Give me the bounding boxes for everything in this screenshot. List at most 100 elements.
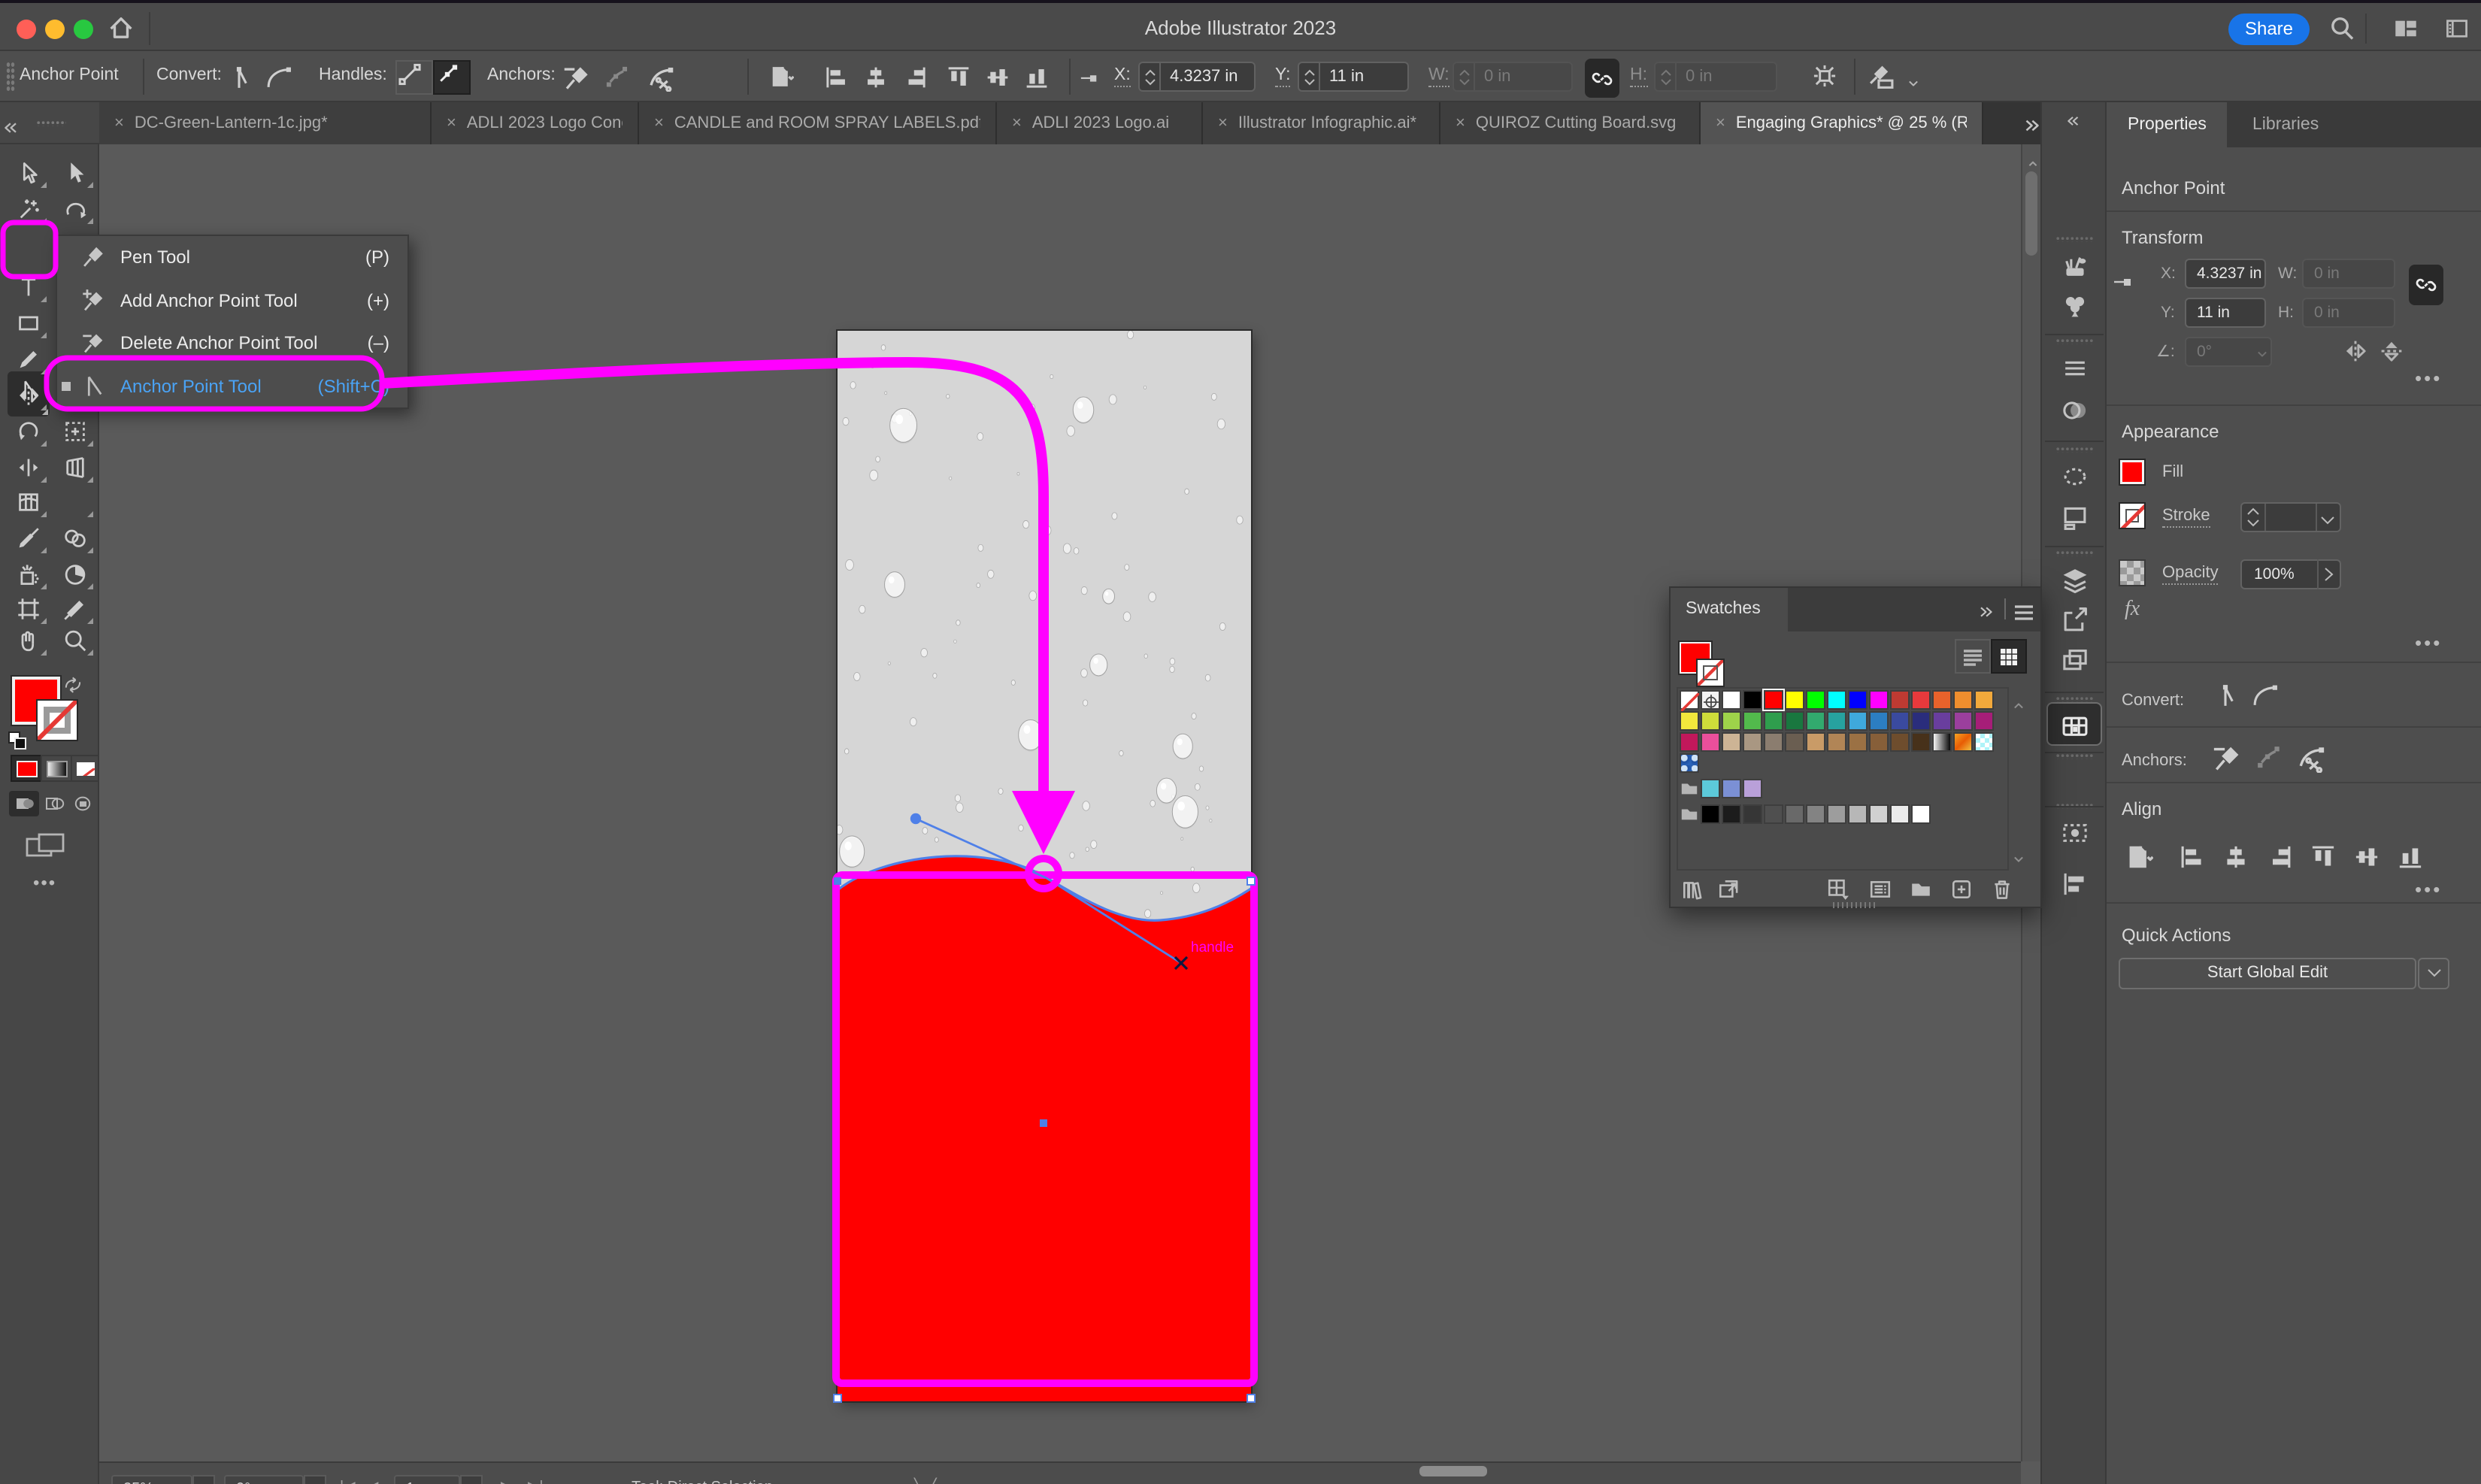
graph-tool[interactable] xyxy=(56,558,95,591)
color-mode-button[interactable] xyxy=(11,755,42,782)
align-hcenter-button[interactable] xyxy=(863,65,889,98)
artboards-panel-icon[interactable] xyxy=(2042,504,2107,531)
scale-tool[interactable] xyxy=(9,379,48,412)
swatch[interactable] xyxy=(1806,711,1825,731)
swatch[interactable] xyxy=(1680,711,1699,731)
rotation-field[interactable]: 0° xyxy=(224,1475,304,1484)
swatch[interactable] xyxy=(1827,690,1846,710)
stroke-proxy-none[interactable] xyxy=(1696,659,1725,687)
swatch[interactable] xyxy=(1701,804,1720,824)
vscroll-thumb[interactable] xyxy=(2025,171,2037,256)
appearance-stroke-swatch[interactable] xyxy=(2119,502,2146,529)
swatch[interactable] xyxy=(1701,711,1720,731)
document-tab[interactable]: × ADLI 2023 Logo Concepts.ai xyxy=(432,102,639,144)
swatch[interactable] xyxy=(1806,732,1825,752)
paintbrush-tool[interactable] xyxy=(9,343,48,376)
panel-menu-icon[interactable] xyxy=(2013,601,2034,628)
dock-group-handle[interactable] xyxy=(2055,753,2093,759)
swatch[interactable] xyxy=(1890,711,1910,731)
fx-button[interactable]: fx xyxy=(2125,598,2140,622)
swatch[interactable] xyxy=(1722,690,1741,710)
start-global-edit-button[interactable]: Start Global Edit xyxy=(2119,958,2416,989)
toolbar-more-icon[interactable]: ••• xyxy=(33,872,56,893)
opacity-label[interactable]: Opacity xyxy=(2162,564,2219,585)
swatch-registration[interactable] xyxy=(1701,690,1720,710)
dock-group-handle[interactable] xyxy=(2055,338,2093,344)
rotation-dropdown[interactable] xyxy=(304,1475,326,1484)
pp-align-hcenter-button[interactable] xyxy=(2222,843,2249,875)
menu-item-pen-tool[interactable]: Pen Tool (P) xyxy=(57,236,407,279)
default-fill-stroke-icon[interactable] xyxy=(8,731,27,758)
list-view-button[interactable] xyxy=(1955,639,1991,674)
swatch[interactable] xyxy=(1827,804,1846,824)
fill-label[interactable]: Fill xyxy=(2162,463,2183,481)
dock-group-handle[interactable] xyxy=(2055,696,2093,702)
dock-group-handle[interactable] xyxy=(2055,236,2093,242)
pp-align-left-button[interactable] xyxy=(2179,843,2206,875)
swatch[interactable] xyxy=(1911,690,1931,710)
add-to-library-icon[interactable] xyxy=(1717,878,1740,908)
swatch-libraries-icon[interactable] xyxy=(1681,878,1704,908)
swatch-scroll-up-icon[interactable] xyxy=(2012,693,2025,720)
pp-cut-path-button[interactable] xyxy=(2296,743,2326,777)
swatch[interactable] xyxy=(1827,732,1846,752)
y-input[interactable]: 11 in xyxy=(1319,62,1409,92)
panel-layout-icon[interactable] xyxy=(2445,17,2469,48)
align-right-button[interactable] xyxy=(902,65,928,98)
reference-point-locator[interactable] xyxy=(2113,271,2134,296)
first-artboard-icon[interactable]: |◀ xyxy=(340,1479,356,1484)
swatch[interactable] xyxy=(1974,711,1994,731)
x-stepper[interactable] xyxy=(1138,62,1159,92)
align-more-icon[interactable]: ••• xyxy=(2415,878,2442,901)
pp-y-input[interactable]: 11 in xyxy=(2185,298,2266,328)
chevron-down-icon[interactable] xyxy=(1907,71,1920,98)
swatch[interactable] xyxy=(1869,732,1889,752)
swatch-gradient-bw[interactable] xyxy=(1932,732,1952,752)
dock-group-handle[interactable] xyxy=(2055,550,2093,556)
prev-artboard-icon[interactable]: ◀ xyxy=(367,1479,378,1484)
selection-panel-icon[interactable] xyxy=(2042,463,2107,490)
swatch[interactable] xyxy=(1743,804,1762,824)
swatch[interactable] xyxy=(1764,804,1783,824)
swatch[interactable] xyxy=(1953,711,1973,731)
pp-align-right-button[interactable] xyxy=(2266,843,2293,875)
swatches-panel-icon[interactable] xyxy=(2042,713,2107,740)
swatch[interactable] xyxy=(1848,690,1868,710)
width-tool[interactable] xyxy=(9,451,48,484)
zoom-level-field[interactable]: 25% xyxy=(111,1475,192,1484)
swatch-pattern-floral[interactable] xyxy=(1680,753,1699,773)
document-tab[interactable]: × Illustrator Infographic.ai* xyxy=(1203,102,1440,144)
swatch[interactable] xyxy=(1743,690,1762,710)
export-panel-icon[interactable] xyxy=(2042,606,2107,633)
swatch[interactable] xyxy=(1806,804,1825,824)
zoom-tool[interactable] xyxy=(56,624,95,657)
document-tab[interactable]: × DC-Green-Lantern-1c.jpg* xyxy=(99,102,432,144)
swatch[interactable] xyxy=(1701,732,1720,752)
swatch[interactable] xyxy=(1762,689,1785,711)
artboard-nav-field[interactable]: 1 xyxy=(394,1475,460,1484)
quick-actions-dropdown[interactable] xyxy=(2418,958,2449,989)
pp-align-bottom-button[interactable] xyxy=(2397,843,2424,875)
hand-tool[interactable] xyxy=(9,624,48,657)
delete-swatch-icon[interactable] xyxy=(1991,878,2013,908)
selection-tool[interactable] xyxy=(9,156,48,189)
tab-properties[interactable]: Properties xyxy=(2107,102,2228,147)
rotate-view-tool[interactable] xyxy=(56,192,95,226)
appearance-fill-swatch[interactable] xyxy=(2119,459,2146,486)
document-tab[interactable]: × ADLI 2023 Logo.ai xyxy=(997,102,1203,144)
blend-tool[interactable] xyxy=(56,522,95,555)
pp-convert-corner-button[interactable] xyxy=(2212,683,2239,714)
layers-panel-icon[interactable] xyxy=(2042,567,2107,594)
align-left-button[interactable] xyxy=(824,65,850,98)
y-stepper[interactable] xyxy=(1298,62,1319,92)
swatch[interactable] xyxy=(1932,711,1952,731)
swatch[interactable] xyxy=(1974,690,1994,710)
close-tab-icon[interactable]: × xyxy=(1218,114,1228,132)
close-tab-icon[interactable]: × xyxy=(654,114,664,132)
swatch[interactable] xyxy=(1911,732,1931,752)
free-transform-tool[interactable] xyxy=(56,415,95,448)
swatch[interactable] xyxy=(1911,711,1931,731)
swatch-pattern-transparency[interactable] xyxy=(1974,732,1994,752)
screen-mode-button[interactable] xyxy=(26,833,65,866)
align-top-button[interactable] xyxy=(946,65,971,98)
